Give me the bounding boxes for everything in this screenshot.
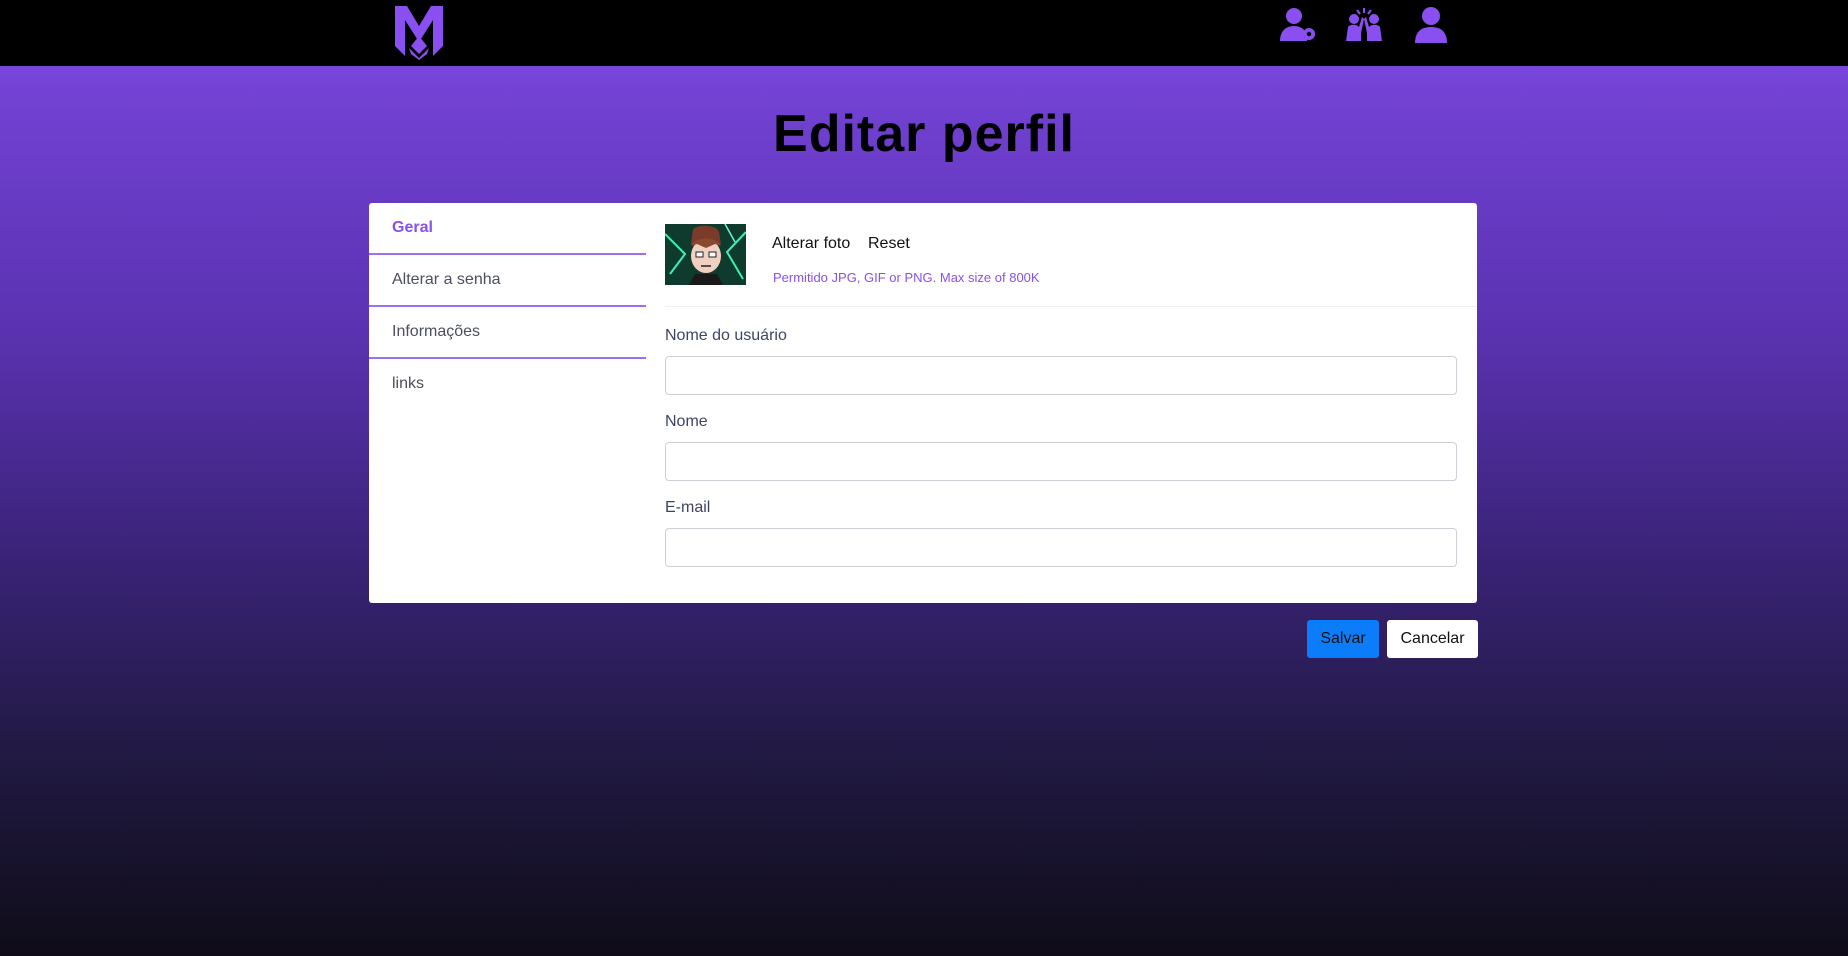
username-label: Nome do usuário xyxy=(665,327,787,344)
name-label: Nome xyxy=(665,413,708,430)
reset-photo-button[interactable]: Reset xyxy=(868,235,910,253)
user-key-icon[interactable] xyxy=(1278,5,1318,45)
sidebar-item-alterar-senha[interactable]: Alterar a senha xyxy=(369,255,646,307)
settings-sidebar: Geral Alterar a senha Informações links xyxy=(369,203,646,411)
name-input[interactable] xyxy=(665,442,1457,481)
sidebar-item-informacoes[interactable]: Informações xyxy=(369,307,646,359)
edit-profile-card: Geral Alterar a senha Informações links … xyxy=(369,203,1477,603)
top-navbar xyxy=(0,0,1848,66)
email-input[interactable] xyxy=(665,528,1457,567)
username-input[interactable] xyxy=(665,356,1457,395)
avatar xyxy=(665,224,746,285)
mx-logo-icon[interactable] xyxy=(393,2,445,60)
email-label: E-mail xyxy=(665,499,711,516)
sidebar-item-links[interactable]: links xyxy=(369,359,646,411)
change-photo-button[interactable]: Alterar foto xyxy=(772,235,850,253)
group-celebrate-icon[interactable] xyxy=(1344,5,1384,45)
save-button[interactable]: Salvar xyxy=(1307,620,1379,658)
photo-hint: Permitido JPG, GIF or PNG. Max size of 8… xyxy=(773,270,1040,285)
sidebar-item-geral[interactable]: Geral xyxy=(369,203,646,255)
user-profile-icon[interactable] xyxy=(1411,5,1451,45)
page-title: Editar perfil xyxy=(773,105,1075,163)
photo-section: Alterar foto Reset Permitido JPG, GIF or… xyxy=(665,224,1477,307)
cancel-button[interactable]: Cancelar xyxy=(1387,620,1478,658)
